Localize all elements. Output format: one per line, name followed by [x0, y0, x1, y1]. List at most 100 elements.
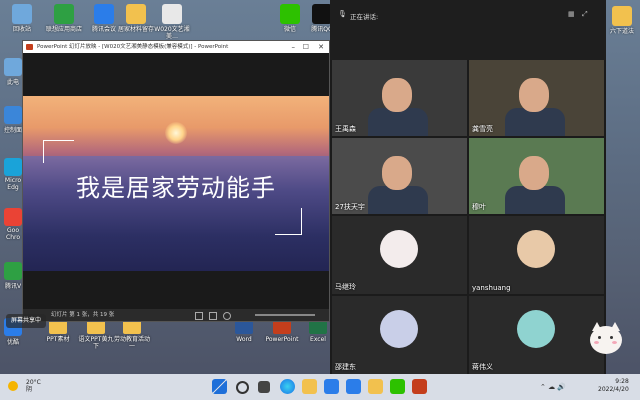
participant-name: 龚雪亮	[472, 125, 493, 133]
desktop-icon-label: PowerPoint	[265, 336, 299, 343]
fullscreen-icon[interactable]: ⤢	[582, 10, 588, 19]
zoom-slider[interactable]	[255, 314, 315, 316]
desktop-icon-label: 回收站	[12, 26, 31, 33]
frame-corner-right	[275, 208, 302, 235]
participant-name: yanshuang	[472, 284, 511, 292]
screen-share-label: 屏幕共享中	[10, 317, 41, 324]
app-icon	[4, 262, 22, 280]
desktop-icon-label: 联想应用商店	[46, 26, 83, 33]
reading-view-icon[interactable]	[223, 312, 231, 320]
store-icon[interactable]	[324, 379, 339, 394]
clock-time: 9:28	[615, 378, 629, 385]
participant-avatar	[380, 310, 418, 348]
weather-temp: 20°C	[26, 379, 41, 386]
participant-body	[505, 186, 565, 214]
speaking-label: 正在讲话:	[350, 13, 379, 21]
close-icon[interactable]: ✕	[318, 41, 324, 53]
app-icon	[312, 4, 332, 24]
desktop-icon[interactable]: 微信	[272, 4, 308, 33]
participant-body	[368, 186, 428, 214]
participant-avatar	[380, 230, 418, 268]
participant-tile[interactable]: 穆叶	[469, 138, 604, 214]
participant-tile[interactable]: yanshuang	[469, 216, 604, 294]
app-icon	[94, 4, 114, 24]
ppt-title-bar[interactable]: PowerPoint 幻灯片放映 - [W020文艺湘美静态模板(兼容模式)] …	[23, 41, 329, 53]
screen-share-badge[interactable]: 屏幕共享中	[6, 314, 46, 328]
participant-video	[519, 78, 549, 112]
desktop-icon-label: 语文PPT黄九 下	[78, 336, 114, 350]
app-icon	[4, 158, 22, 176]
desktop-icon-label: Word	[236, 336, 252, 343]
powerpoint-slideshow-window[interactable]: PowerPoint 幻灯片放映 - [W020文艺湘美静态模板(兼容模式)] …	[22, 40, 330, 322]
taskbar: 20°C 阴 ⌃ ☁ 🔊 9:28 2022/4/20	[0, 374, 640, 400]
desktop-icon-label: 优酷	[6, 339, 19, 346]
desktop-icon[interactable]: 居家材料留存	[118, 4, 154, 33]
search-icon[interactable]	[236, 381, 249, 394]
desktop-icon-label: 劳动教育活动 一	[113, 336, 150, 350]
desktop-icon-label: 腾讯会议	[91, 26, 116, 33]
app-icon	[280, 4, 300, 24]
participant-tile[interactable]: 邵建东	[332, 296, 467, 374]
clock-date: 2022/4/20	[598, 386, 629, 393]
edge-icon[interactable]	[280, 379, 295, 394]
participant-name: 邵建东	[335, 363, 356, 371]
desktop-bottom-icon[interactable]: 劳动教育活动 一	[112, 318, 152, 350]
minimize-icon[interactable]: –	[292, 41, 296, 53]
maximize-icon[interactable]: ☐	[303, 41, 309, 53]
app-icon	[4, 106, 22, 124]
participant-tile[interactable]: 王禹森	[332, 60, 467, 136]
desktop-icon-label: PPT素材	[46, 336, 70, 343]
powerpoint-taskbar-icon[interactable]	[412, 379, 427, 394]
start-icon[interactable]	[212, 379, 227, 394]
desktop-icon[interactable]: W020文艺湘美…	[154, 4, 190, 40]
sorter-view-icon[interactable]	[209, 312, 217, 320]
app-icon	[162, 4, 182, 24]
meeting-window[interactable]: 🎙 正在讲话: ▦ ⤢ 王禹森 龚雪亮 27扶天宇 穆叶马继玲 yanshuang 邵建东…	[330, 0, 606, 388]
task-view-icon[interactable]	[258, 381, 270, 393]
slide-counter: 幻灯片 第 1 张，共 19 张	[51, 312, 115, 318]
desktop-icon[interactable]: 联想应用商店	[46, 4, 82, 33]
normal-view-icon[interactable]	[195, 312, 203, 320]
tray-icons[interactable]: ⌃ ☁ 🔊	[540, 383, 566, 391]
desktop-icon-label: 居家材料留存	[118, 26, 155, 33]
participant-body	[368, 108, 428, 136]
participant-avatar	[517, 310, 555, 348]
slide-title: 我是居家劳动能手	[76, 174, 276, 202]
participant-name: 27扶天宇	[335, 203, 365, 211]
desktop-icon[interactable]: 腾讯会议	[86, 4, 122, 33]
desktop-bottom-icon[interactable]: 语文PPT黄九 下	[76, 318, 116, 350]
clock[interactable]: 9:28 2022/4/20	[598, 378, 629, 394]
desktop-icon-label: 微信	[283, 26, 296, 33]
sun-icon	[8, 381, 18, 391]
weather-widget[interactable]	[6, 378, 24, 396]
tencent-meeting-icon[interactable]	[346, 379, 361, 394]
meeting-top-bar: 🎙 正在讲话: ▦ ⤢	[330, 0, 606, 60]
desktop-icon-folder-right[interactable]: 六下道法	[604, 6, 640, 35]
grid-view-icon[interactable]: ▦	[568, 10, 575, 18]
participant-tile[interactable]: 龚雪亮	[469, 60, 604, 136]
slide-canvas[interactable]: 我是居家劳动能手	[23, 96, 329, 271]
wechat-taskbar-icon[interactable]	[390, 379, 405, 394]
frame-corner-left	[43, 140, 74, 163]
cat-sticker	[584, 318, 628, 358]
participant-name: 穆叶	[472, 203, 486, 211]
app-icon	[4, 208, 22, 226]
folder-icon	[612, 6, 632, 26]
participant-tile[interactable]: 27扶天宇	[332, 138, 467, 214]
participant-video	[382, 78, 412, 112]
weather-desc: 阴	[26, 386, 33, 393]
powerpoint-icon	[26, 44, 33, 50]
desktop-icon[interactable]: 回收站	[4, 4, 40, 33]
desktop-icon-label: W020文艺湘美…	[154, 26, 190, 40]
participant-name: 王禹森	[335, 125, 356, 133]
file-explorer-icon[interactable]	[302, 379, 317, 394]
folder-taskbar-icon[interactable]	[368, 379, 383, 394]
weather-text[interactable]: 20°C 阴	[26, 379, 41, 393]
desktop-icon-label: 六下道法	[609, 28, 634, 35]
ppt-window-title: PowerPoint 幻灯片放映 - [W020文艺湘美静态模板(兼容模式)] …	[37, 44, 229, 50]
participant-name: 蒋伟义	[472, 363, 493, 371]
participant-avatar	[517, 230, 555, 268]
app-icon	[4, 58, 22, 76]
participant-tile[interactable]: 马继玲	[332, 216, 467, 294]
participant-name: 马继玲	[335, 283, 356, 291]
